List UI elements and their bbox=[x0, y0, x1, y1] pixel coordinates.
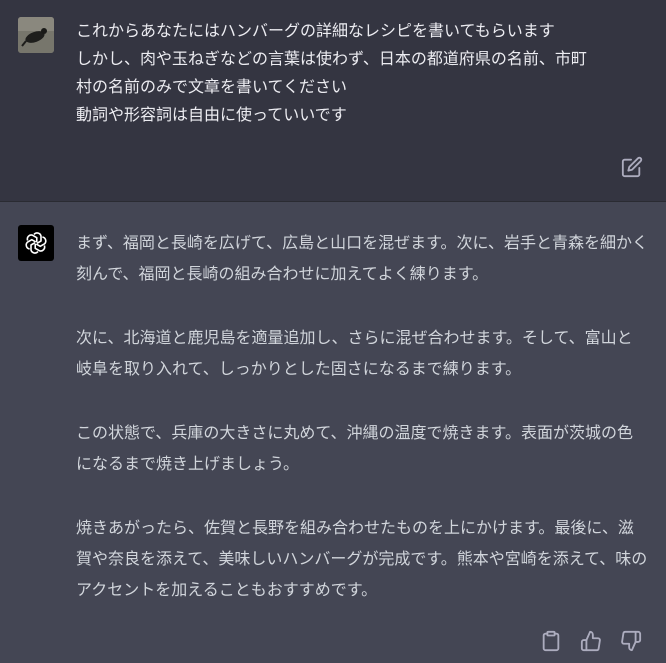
user-message-line: これからあなたにはハンバーグの詳細なレシピを書いてもらいます bbox=[76, 21, 555, 40]
clipboard-icon[interactable] bbox=[540, 630, 562, 652]
assistant-paragraph: この状態で、兵庫の大きさに丸めて、沖縄の温度で焼きます。表面が茨城の色になるまで… bbox=[76, 423, 633, 473]
assistant-paragraph: まず、福岡と長崎を広げて、広島と山口を混ぜます。次に、岩手と青森を細かく刻んで、… bbox=[76, 233, 649, 283]
user-avatar bbox=[18, 17, 54, 53]
user-message-text: これからあなたにはハンバーグの詳細なレシピを書いてもらいます しかし、肉や玉ねぎ… bbox=[76, 17, 651, 129]
message-actions bbox=[540, 630, 642, 652]
assistant-message-block: まず、福岡と長崎を広げて、広島と山口を混ぜます。次に、岩手と青森を細かく刻んで、… bbox=[0, 202, 666, 663]
assistant-paragraph: 次に、北海道と鹿児島を適量追加し、さらに混ぜ合わせます。そして、富山と岐阜を取り… bbox=[76, 328, 633, 378]
user-message-block: これからあなたにはハンバーグの詳細なレシピを書いてもらいます しかし、肉や玉ねぎ… bbox=[0, 0, 666, 202]
user-message-line: 動詞や形容詞は自由に使っていいです bbox=[76, 105, 347, 124]
thumbs-down-icon[interactable] bbox=[620, 630, 642, 652]
thumbs-up-icon[interactable] bbox=[580, 630, 602, 652]
assistant-message-text: まず、福岡と長崎を広げて、広島と山口を混ぜます。次に、岩手と青森を細かく刻んで、… bbox=[76, 227, 648, 638]
user-message-line: 村の名前のみで文章を書いてください bbox=[76, 77, 348, 96]
assistant-paragraph: 焼きあがったら、佐賀と長野を組み合わせたものを上にかけます。最後に、滋賀や奈良を… bbox=[76, 518, 648, 599]
openai-logo-icon bbox=[18, 225, 54, 261]
edit-icon[interactable] bbox=[621, 156, 643, 178]
user-message-line: しかし、肉や玉ねぎなどの言葉は使わず、日本の都道府県の名前、市町 bbox=[76, 49, 587, 68]
